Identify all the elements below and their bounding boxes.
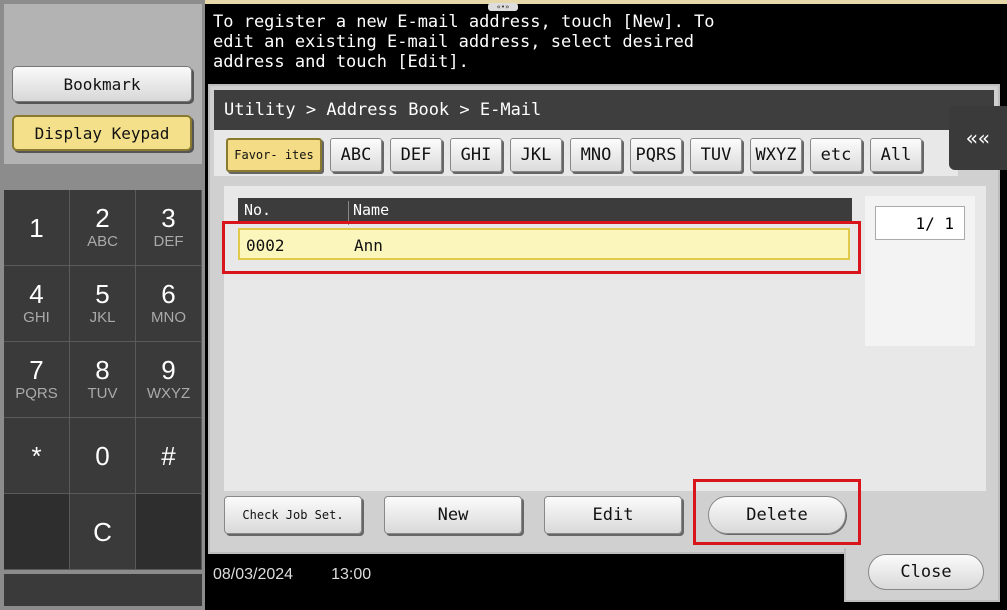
page-indicator: 1/ 1 bbox=[875, 206, 965, 240]
keypad-key-number: 6 bbox=[161, 279, 176, 309]
keypad-key[interactable]: 0 bbox=[70, 418, 136, 494]
keypad-key[interactable]: # bbox=[136, 418, 202, 494]
keypad-key-number: 3 bbox=[161, 203, 176, 233]
keypad-key[interactable]: 8 TUV bbox=[70, 342, 136, 418]
tab-pqrs[interactable]: PQRS bbox=[630, 138, 682, 172]
keypad-key-number: 4 bbox=[29, 279, 44, 309]
keypad-key-letters: GHI bbox=[23, 309, 50, 326]
panel-handle[interactable]: «•» bbox=[488, 3, 518, 11]
keypad-key[interactable]: 5 JKL bbox=[70, 266, 136, 342]
left-panel-bottom bbox=[4, 574, 202, 606]
list-header: No. Name bbox=[238, 198, 852, 225]
keypad: 1 2 ABC 3 DEF 4 GHI 5 JKL 6 MNO 7 PQRS 8 TUV 9 WXYZ * 0 # C bbox=[4, 190, 202, 570]
keypad-key-number: 7 bbox=[29, 355, 44, 385]
column-header-no: No. bbox=[244, 201, 272, 219]
keypad-key-number: C bbox=[93, 516, 112, 547]
keypad-key-number: 9 bbox=[161, 355, 176, 385]
tab-mno[interactable]: MNO bbox=[570, 138, 622, 172]
tab-etc[interactable]: etc bbox=[810, 138, 862, 172]
keypad-key[interactable]: C bbox=[70, 494, 136, 570]
keypad-key-letters: JKL bbox=[89, 309, 116, 326]
tab-tuv[interactable]: TUV bbox=[690, 138, 742, 172]
keypad-key-letters: DEF bbox=[153, 233, 184, 250]
instruction-message: To register a new E-mail address, touch … bbox=[213, 12, 715, 72]
tab-def[interactable]: DEF bbox=[390, 138, 442, 172]
check-job-settings-button[interactable]: Check Job Set. bbox=[224, 496, 362, 534]
tab-all[interactable]: All bbox=[870, 138, 922, 172]
close-button[interactable]: Close bbox=[868, 554, 984, 590]
tab-jkl[interactable]: JKL bbox=[510, 138, 562, 172]
top-divider bbox=[205, 0, 1007, 4]
keypad-key-number: 5 bbox=[95, 279, 110, 309]
keypad-key[interactable]: 2 ABC bbox=[70, 190, 136, 266]
keypad-key-number: 8 bbox=[95, 355, 110, 385]
pager-panel: 1/ 1 bbox=[865, 196, 975, 346]
breadcrumb: Utility > Address Book > E-Mail bbox=[214, 90, 994, 130]
keypad-key-letters: PQRS bbox=[15, 385, 58, 402]
keypad-key-letters: TUV bbox=[87, 385, 118, 402]
keypad-key[interactable]: 7 PQRS bbox=[4, 342, 70, 418]
keypad-key-number: # bbox=[161, 440, 176, 471]
tab-wxyz[interactable]: WXYZ bbox=[750, 138, 802, 172]
status-date: 08/03/2024 bbox=[213, 566, 294, 583]
keypad-blank bbox=[136, 494, 202, 570]
edit-button[interactable]: Edit bbox=[544, 496, 682, 534]
status-bar: 08/03/2024 13:00 bbox=[213, 566, 371, 584]
left-panel: Bookmark Display Keypad 1 2 ABC 3 DEF 4 GHI 5 JK… bbox=[0, 0, 205, 610]
bookmark-button[interactable]: Bookmark bbox=[12, 66, 192, 102]
keypad-key[interactable]: 9 WXYZ bbox=[136, 342, 202, 418]
keypad-key[interactable]: 3 DEF bbox=[136, 190, 202, 266]
keypad-key-number: 0 bbox=[95, 440, 110, 471]
tab-ghi[interactable]: GHI bbox=[450, 138, 502, 172]
highlight-selected-row bbox=[222, 221, 861, 274]
keypad-key-letters: ABC bbox=[87, 233, 118, 250]
display-keypad-button[interactable]: Display Keypad bbox=[12, 115, 192, 151]
keypad-key[interactable]: 6 MNO bbox=[136, 266, 202, 342]
keypad-key[interactable]: 1 bbox=[4, 190, 70, 266]
new-button[interactable]: New bbox=[384, 496, 522, 534]
tab-favorites[interactable]: Favor- ites bbox=[226, 138, 322, 172]
close-area: Close bbox=[844, 548, 1000, 602]
keypad-key-number: 1 bbox=[29, 212, 44, 243]
index-tab-bar: Favor- ites ABC DEF GHI JKL MNO PQRS TUV… bbox=[214, 130, 958, 176]
keypad-key-number: * bbox=[31, 440, 42, 471]
collapse-panel-icon[interactable]: «« bbox=[949, 106, 1007, 170]
keypad-key-number: 2 bbox=[95, 203, 110, 233]
keypad-key[interactable]: 4 GHI bbox=[4, 266, 70, 342]
address-book-dialog: Utility > Address Book > E-Mail Favor- i… bbox=[208, 84, 1000, 554]
keypad-key-letters: WXYZ bbox=[146, 385, 191, 402]
status-time: 13:00 bbox=[331, 566, 372, 583]
tab-abc[interactable]: ABC bbox=[330, 138, 382, 172]
keypad-key[interactable]: * bbox=[4, 418, 70, 494]
highlight-delete-button bbox=[693, 479, 861, 545]
keypad-blank bbox=[4, 494, 70, 570]
keypad-key-letters: MNO bbox=[151, 309, 186, 326]
